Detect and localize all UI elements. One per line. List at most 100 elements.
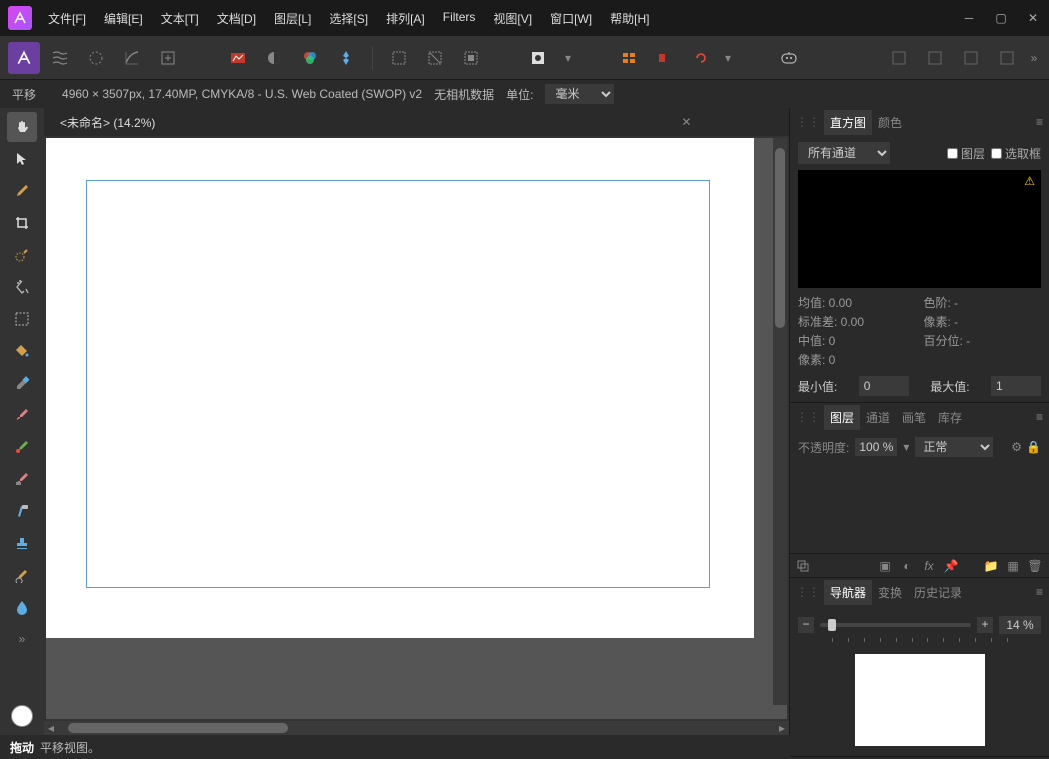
marquee-checkbox[interactable]: 选取框 <box>991 145 1041 162</box>
opacity-chevron[interactable]: ▾ <box>903 440 909 454</box>
menu-layer[interactable]: 图层[L] <box>274 10 311 27</box>
menu-arrange[interactable]: 排列[A] <box>386 10 425 27</box>
tab-color[interactable]: 颜色 <box>872 110 908 135</box>
arrange-crop-button[interactable] <box>649 42 681 74</box>
crop-tool[interactable] <box>7 208 37 238</box>
scroll-left-arrow[interactable]: ◂ <box>44 721 58 735</box>
zoom-value[interactable]: 14 % <box>999 616 1041 634</box>
tab-layers[interactable]: 图层 <box>824 405 860 430</box>
persona-export-button[interactable] <box>152 42 184 74</box>
arrange-rotate-button[interactable] <box>685 42 717 74</box>
navigator-preview[interactable] <box>798 650 1041 750</box>
quickmask-chevron[interactable]: ▾ <box>561 51 575 65</box>
min-input[interactable] <box>859 376 909 396</box>
auto-whitebalance-button[interactable] <box>330 42 362 74</box>
panel-grip-icon[interactable]: ⋮⋮ <box>796 115 820 129</box>
zoom-slider[interactable] <box>820 623 971 627</box>
menu-view[interactable]: 视图[V] <box>493 10 532 27</box>
horizontal-scrollbar[interactable]: ◂ ▸ <box>44 721 789 735</box>
layer-fx-icon[interactable]: ⚙ <box>1011 440 1022 454</box>
add-layer-icon[interactable]: ▦ <box>1005 559 1021 573</box>
vertical-scroll-thumb[interactable] <box>775 148 785 328</box>
persona-tonemap-button[interactable] <box>116 42 148 74</box>
layer-checkbox[interactable]: 图层 <box>947 145 985 162</box>
selection-invert-button[interactable] <box>455 42 487 74</box>
selection-all-button[interactable] <box>383 42 415 74</box>
store-button[interactable] <box>955 42 987 74</box>
auto-colors-button[interactable] <box>294 42 326 74</box>
persona-develop-button[interactable] <box>80 42 112 74</box>
layers-list[interactable] <box>798 457 1041 547</box>
tools-expand[interactable]: » <box>19 632 26 646</box>
arrange-align-button[interactable] <box>613 42 645 74</box>
panel-grip-icon[interactable]: ⋮⋮ <box>796 585 820 599</box>
paint-bucket-tool[interactable] <box>7 336 37 366</box>
toolbar-overflow[interactable]: » <box>1027 51 1041 65</box>
layer-lock-icon[interactable]: 🔒 <box>1026 440 1041 454</box>
quickmask-button[interactable] <box>525 42 557 74</box>
persona-liquify-button[interactable] <box>44 42 76 74</box>
tab-history[interactable]: 历史记录 <box>908 580 968 605</box>
healing-brush-tool[interactable] <box>7 560 37 590</box>
panel-menu-icon[interactable]: ≡ <box>1036 115 1043 129</box>
canvas-artboard[interactable] <box>86 180 710 588</box>
menu-text[interactable]: 文本[T] <box>161 10 199 27</box>
maximize-button[interactable]: ▢ <box>993 10 1009 26</box>
mask-icon[interactable]: ▣ <box>877 559 893 573</box>
clone-brush-tool[interactable] <box>7 496 37 526</box>
fx-icon[interactable]: fx <box>921 559 937 573</box>
assistant-button[interactable] <box>773 42 805 74</box>
warning-icon[interactable]: ⚠ <box>1024 174 1035 188</box>
unit-select[interactable]: 毫米 <box>545 84 614 104</box>
zoom-slider-knob[interactable] <box>828 619 836 631</box>
stamp-tool[interactable] <box>7 528 37 558</box>
delete-layer-icon[interactable]: 🗑 <box>1027 559 1043 573</box>
selection-deselect-button[interactable] <box>419 42 451 74</box>
tab-transform[interactable]: 变换 <box>872 580 908 605</box>
marquee-tool[interactable] <box>7 304 37 334</box>
vertical-scrollbar[interactable] <box>773 138 787 705</box>
auto-contrast-button[interactable] <box>258 42 290 74</box>
panel-menu-icon[interactable]: ≡ <box>1036 410 1043 424</box>
navigator-thumbnail[interactable] <box>855 654 985 746</box>
merge-icon[interactable] <box>796 559 812 573</box>
document-tab-close[interactable]: ✕ <box>161 115 691 129</box>
pin-icon[interactable]: 📌 <box>943 559 959 573</box>
panel-menu-icon[interactable]: ≡ <box>1036 585 1043 599</box>
menu-window[interactable]: 窗口[W] <box>550 10 592 27</box>
color-swatch[interactable] <box>11 705 33 727</box>
max-input[interactable] <box>991 376 1041 396</box>
tab-navigator[interactable]: 导航器 <box>824 580 872 605</box>
arrange-chevron[interactable]: ▾ <box>721 51 735 65</box>
canvas-viewport[interactable] <box>46 138 787 719</box>
color-picker-tool[interactable] <box>7 176 37 206</box>
minimize-button[interactable]: ─ <box>961 10 977 26</box>
menu-filters[interactable]: Filters <box>443 10 476 27</box>
tab-histogram[interactable]: 直方图 <box>824 110 872 135</box>
tab-stock[interactable]: 库存 <box>932 405 968 430</box>
auto-levels-button[interactable] <box>222 42 254 74</box>
horizontal-scroll-thumb[interactable] <box>68 723 288 733</box>
adjustment-icon[interactable]: ◐ <box>899 559 915 573</box>
hand-tool[interactable] <box>7 112 37 142</box>
menu-document[interactable]: 文档[D] <box>217 10 256 27</box>
help-button[interactable] <box>991 42 1023 74</box>
selection-brush-tool[interactable] <box>7 240 37 270</box>
erase-brush-tool[interactable] <box>7 464 37 494</box>
menu-edit[interactable]: 编辑[E] <box>104 10 143 27</box>
menu-select[interactable]: 选择[S] <box>329 10 368 27</box>
close-button[interactable]: ✕ <box>1025 10 1041 26</box>
zoom-out-button[interactable]: − <box>798 617 814 633</box>
flood-select-tool[interactable] <box>7 272 37 302</box>
gradient-tool[interactable] <box>7 368 37 398</box>
menu-help[interactable]: 帮助[H] <box>610 10 649 27</box>
blur-tool[interactable] <box>7 592 37 622</box>
menu-file[interactable]: 文件[F] <box>48 10 86 27</box>
channel-select[interactable]: 所有通道 <box>798 142 890 164</box>
zoom-in-button[interactable]: + <box>977 617 993 633</box>
tab-channels[interactable]: 通道 <box>860 405 896 430</box>
move-tool[interactable] <box>7 144 37 174</box>
blend-mode-select[interactable]: 正常 <box>915 437 993 457</box>
paint-brush-tool[interactable] <box>7 400 37 430</box>
scroll-right-arrow[interactable]: ▸ <box>775 721 789 735</box>
